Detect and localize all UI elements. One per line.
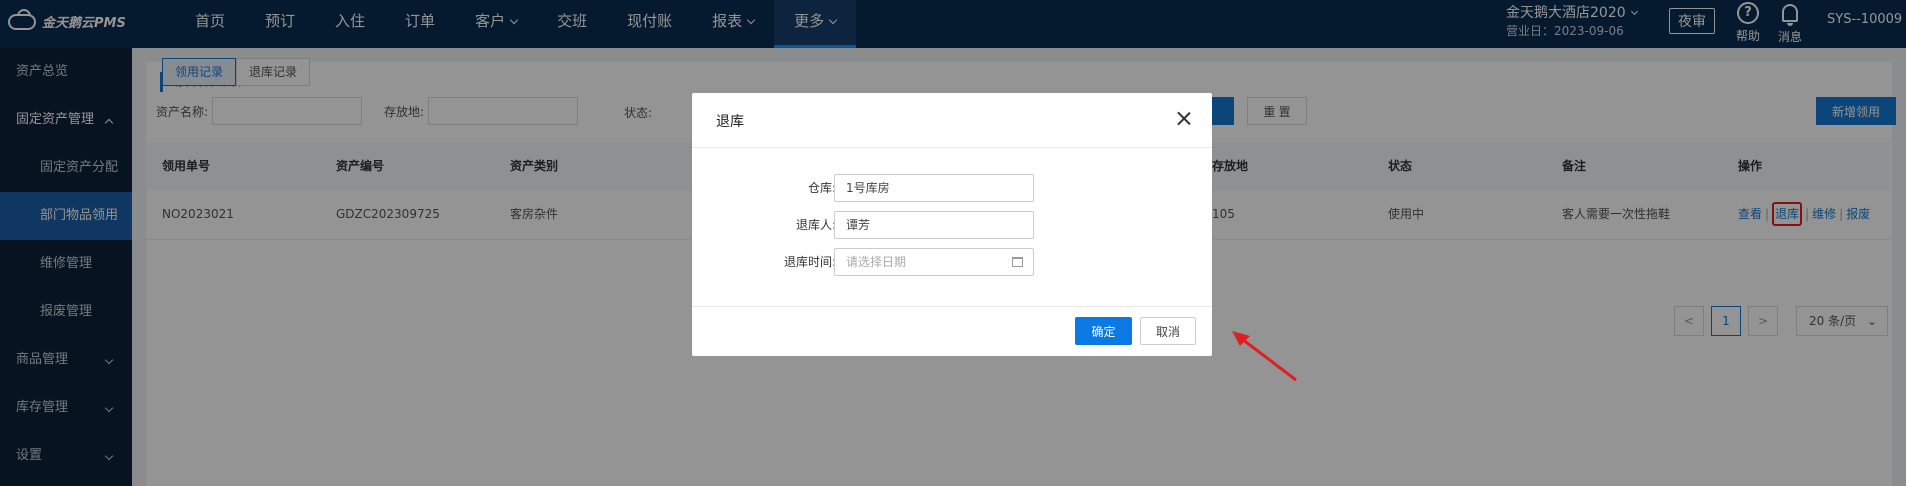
modal-header: 退库 <box>692 93 1212 148</box>
warehouse-label: 仓库: <box>807 181 836 195</box>
returner-label: 退库人: <box>795 218 836 232</box>
modal-title: 退库 <box>716 114 744 130</box>
return-time-label: 退库时间: <box>783 255 836 269</box>
return-dialog: 退库 仓库: 1号库房 退库人: 谭芳 退库时间: 请选择日期 确定 取消 <box>692 93 1212 356</box>
calendar-icon <box>1012 257 1023 267</box>
warehouse-field[interactable]: 1号库房 <box>834 174 1034 202</box>
returner-field[interactable]: 谭芳 <box>834 211 1034 239</box>
modal-footer: 确定 取消 <box>692 306 1212 356</box>
warehouse-row: 仓库: 1号库房 <box>692 174 1212 202</box>
return-time-row: 退库时间: 请选择日期 <box>692 248 1212 276</box>
return-time-picker[interactable]: 请选择日期 <box>834 248 1034 276</box>
close-icon[interactable] <box>1174 109 1194 129</box>
cancel-button[interactable]: 取消 <box>1140 317 1196 345</box>
confirm-button[interactable]: 确定 <box>1075 317 1132 345</box>
returner-row: 退库人: 谭芳 <box>692 211 1212 239</box>
date-placeholder: 请选择日期 <box>846 255 907 269</box>
annotation-arrow-icon <box>1232 331 1297 382</box>
